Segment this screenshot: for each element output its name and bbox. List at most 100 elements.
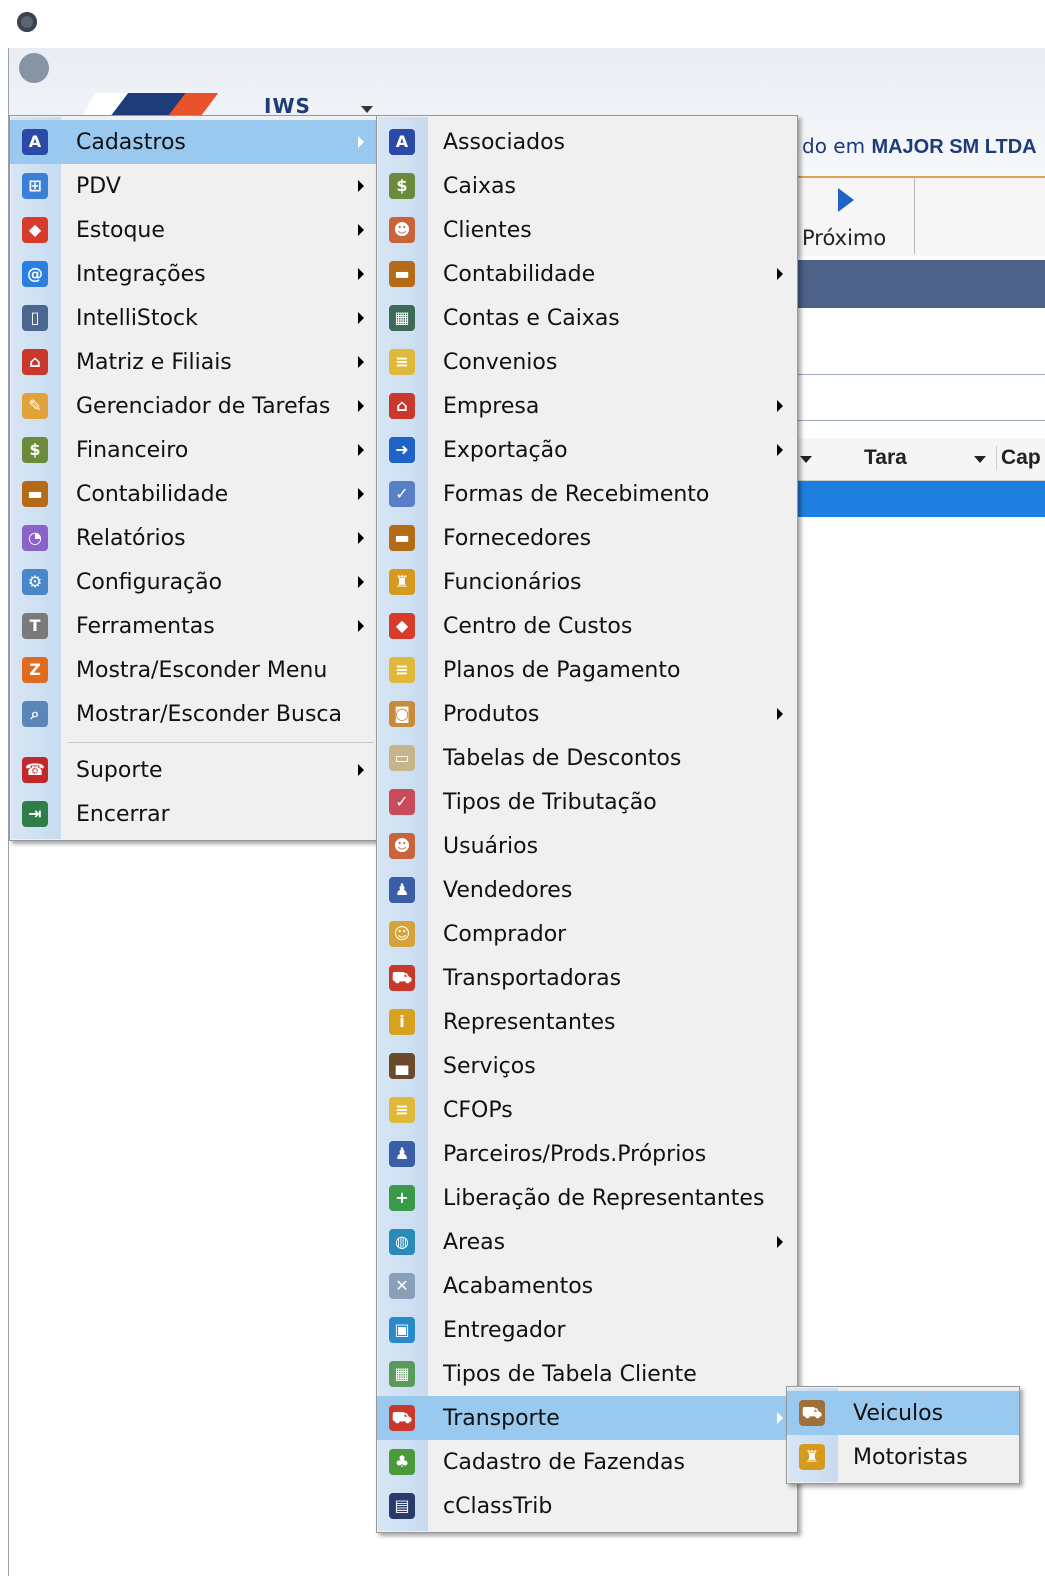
main-menu: A Cadastros ⊞ PDV ◆ Estoque @ Integrações ▯ Intel… [9,115,379,841]
cadastros-item-tipos-de-tabela-cliente[interactable]: ▦ Tipos de Tabela Cliente [377,1352,797,1396]
menu-item-relatorios[interactable]: ◔ Relatórios [10,516,378,560]
table-row[interactable] [794,481,1045,517]
cadastros-item-empresa[interactable]: ⌂ Empresa [377,384,797,428]
submenu-arrow-icon [777,268,783,280]
filter-line [794,354,1045,375]
cadastros-item-convenios[interactable]: ≡ Convenios [377,340,797,384]
person-icon: ☺ [377,912,427,956]
menu-item-label: Exportação [443,437,568,463]
cadastros-item-associados[interactable]: A Associados [377,120,797,164]
menu-item-ferramentas[interactable]: T Ferramentas [10,604,378,648]
menu-item-label: Relatórios [76,525,186,551]
menu-item-label: Clientes [443,217,532,243]
transporte-item-veiculos[interactable]: ⛟ Veiculos [787,1391,1019,1435]
cadastros-item-exportacao[interactable]: ➜ Exportação [377,428,797,472]
menu-item-label: Mostrar/Esconder Busca [76,701,342,727]
cadastros-item-centro-de-custos[interactable]: ◆ Centro de Custos [377,604,797,648]
cadastros-item-contabilidade[interactable]: ▬ Contabilidade [377,252,797,296]
icon-glyph: ☻ [389,217,415,243]
cadastros-item-tabelas-de-descontos[interactable]: ▭ Tabelas de Descontos [377,736,797,780]
grid-col-tara[interactable]: Tara [864,446,907,470]
toolbox-icon: ▄ [377,1044,427,1088]
icon-glyph: ▣ [389,1317,415,1343]
agent-icon: i [377,1000,427,1044]
icon-glyph: ♜ [389,569,415,595]
cadastros-item-cclasstrib[interactable]: ▤ cClassTrib [377,1484,797,1528]
menu-item-matriz-e-filiais[interactable]: ⌂ Matriz e Filiais [10,340,378,384]
menu-item-intellistock[interactable]: ▯ IntelliStock [10,296,378,340]
cadastros-item-usuarios[interactable]: ☻ Usuários [377,824,797,868]
menu-item-label: Contabilidade [76,481,229,507]
cadastros-item-cfops[interactable]: ≡ CFOPs [377,1088,797,1132]
icon-glyph: ▬ [389,261,415,287]
cadastros-item-parceiros-prods-proprios[interactable]: ♟ Parceiros/Prods.Próprios [377,1132,797,1176]
menu-item-estoque[interactable]: ◆ Estoque [10,208,378,252]
cadastros-item-contas-e-caixas[interactable]: ▦ Contas e Caixas [377,296,797,340]
menu-item-label: Encerrar [76,801,170,827]
icon-glyph: $ [389,173,415,199]
cadastros-item-entregador[interactable]: ▣ Entregador [377,1308,797,1352]
menu-item-mostrar-esconder-busca[interactable]: ⌕ Mostrar/Esconder Busca [10,692,378,736]
menu-item-integracoes[interactable]: @ Integrações [10,252,378,296]
exit-icon: ⇥ [10,792,60,836]
cadastros-item-transporte[interactable]: ⛟ Transporte [377,1396,797,1440]
cadastros-item-caixas[interactable]: $ Caixas [377,164,797,208]
icon-glyph: ♣ [389,1449,415,1475]
cadastros-item-liberacao-de-representantes[interactable]: + Liberação de Representantes [377,1176,797,1220]
icon-glyph: ▬ [389,525,415,551]
cadastros-item-tipos-de-tributacao[interactable]: ✓ Tipos de Tributação [377,780,797,824]
cadastros-item-representantes[interactable]: i Representantes [377,1000,797,1044]
cadastros-item-areas[interactable]: ◍ Areas [377,1220,797,1264]
transporte-item-motoristas[interactable]: ♜ Motoristas [787,1435,1019,1479]
cadastros-item-formas-de-recebimento[interactable]: ✓ Formas de Recebimento [377,472,797,516]
grid-col-cap[interactable]: Cap [996,446,1041,470]
menu-item-label: Tipos de Tributação [443,789,657,815]
menu-item-encerrar[interactable]: ⇥ Encerrar [10,792,378,836]
icon-glyph: ☺ [389,921,415,947]
chevron-down-icon[interactable] [800,456,812,463]
menu-item-mostra-esconder-menu[interactable]: Z Mostra/Esconder Menu [10,648,378,692]
filter-input[interactable] [794,374,1045,421]
cadastros-item-acabamentos[interactable]: ✕ Acabamentos [377,1264,797,1308]
menu-item-gerenciador-de-tarefas[interactable]: ✎ Gerenciador de Tarefas [10,384,378,428]
menu-item-label: Ferramentas [76,613,215,639]
menu-item-contabilidade[interactable]: ▬ Contabilidade [10,472,378,516]
icon-glyph: ⛟ [389,1405,415,1431]
menu-item-cadastros[interactable]: A Cadastros [10,120,378,164]
menu-item-configuracao[interactable]: ⚙ Configuração [10,560,378,604]
menu-item-financeiro[interactable]: $ Financeiro [10,428,378,472]
cadastros-item-transportadoras[interactable]: ⛟ Transportadoras [377,956,797,1000]
icon-glyph: ✓ [389,481,415,507]
tools-icon: ✕ [377,1264,427,1308]
icon-glyph: Z [22,657,48,683]
app-system-icon[interactable] [17,12,37,32]
cadastros-item-fornecedores[interactable]: ▬ Fornecedores [377,516,797,560]
at-icon: @ [10,252,60,296]
cadastros-item-produtos[interactable]: ◙ Produtos [377,692,797,736]
cadastros-item-cadastro-de-fazendas[interactable]: ♣ Cadastro de Fazendas [377,1440,797,1484]
cadastros-item-planos-de-pagamento[interactable]: ≡ Planos de Pagamento [377,648,797,692]
moneybag-icon: $ [10,428,60,472]
package-icon: ◙ [377,692,427,736]
submenu-arrow-icon [777,1236,783,1248]
icon-glyph: ✓ [389,789,415,815]
menu-item-suporte[interactable]: ☎ Suporte [10,748,378,792]
icon-glyph: ⚙ [22,569,48,595]
menu-item-label: Empresa [443,393,540,419]
icon-glyph: A [22,129,48,155]
cadastros-item-funcionarios[interactable]: ♜ Funcionários [377,560,797,604]
next-button[interactable]: Próximo [794,178,915,254]
chevron-down-icon[interactable] [974,456,986,463]
menu-item-label: Caixas [443,173,516,199]
menu-item-label: Transportadoras [443,965,622,991]
cadastros-item-comprador[interactable]: ☺ Comprador [377,912,797,956]
menu-item-pdv[interactable]: ⊞ PDV [10,164,378,208]
cadastros-item-vendedores[interactable]: ♟ Vendedores [377,868,797,912]
cadastros-item-servicos[interactable]: ▄ Serviços [377,1044,797,1088]
cadastros-item-clientes[interactable]: ☻ Clientes [377,208,797,252]
menu-item-label: Tipos de Tabela Cliente [443,1361,697,1387]
logo-dropdown-icon[interactable] [361,106,373,113]
submenu-arrow-icon [777,400,783,412]
menu-toggle-icon: Z [10,648,60,692]
submenu-arrow-icon [358,224,364,236]
